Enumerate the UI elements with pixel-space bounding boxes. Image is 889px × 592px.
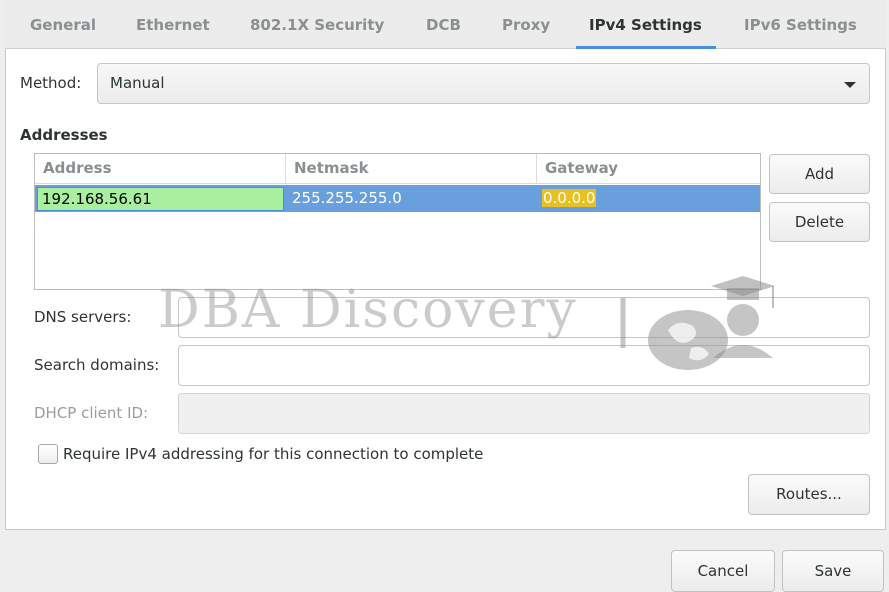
table-header: Address Netmask Gateway (35, 154, 760, 184)
tab-bar: General Ethernet 802.1X Security DCB Pro… (5, 0, 886, 49)
tab-ipv6-settings[interactable]: IPv6 Settings (744, 0, 857, 49)
dns-servers-label: DNS servers: (34, 308, 132, 326)
save-button[interactable]: Save (782, 550, 884, 592)
address-cell-editor[interactable]: 192.168.56.61 (37, 187, 284, 211)
column-header-gateway[interactable]: Gateway (537, 154, 760, 184)
method-label: Method: (20, 74, 82, 92)
require-ipv4-label[interactable]: Require IPv4 addressing for this connect… (63, 445, 483, 463)
table-row[interactable]: 192.168.56.61 255.255.255.0 0.0.0.0 (35, 185, 760, 212)
method-dropdown[interactable]: Manual (97, 63, 870, 104)
column-header-netmask[interactable]: Netmask (286, 154, 537, 184)
add-button[interactable]: Add (769, 154, 870, 194)
column-header-address[interactable]: Address (35, 154, 286, 184)
tab-8021x-security[interactable]: 802.1X Security (250, 0, 384, 49)
addresses-table[interactable]: Address Netmask Gateway 192.168.56.61 25… (34, 153, 761, 290)
dns-servers-input[interactable] (178, 297, 870, 338)
routes-button[interactable]: Routes... (748, 474, 870, 515)
tab-proxy[interactable]: Proxy (502, 0, 550, 49)
delete-button[interactable]: Delete (769, 202, 870, 242)
dhcp-client-id-label: DHCP client ID: (34, 404, 149, 422)
addresses-heading: Addresses (20, 126, 108, 144)
gateway-value: 0.0.0.0 (542, 189, 597, 207)
netmask-cell[interactable]: 255.255.255.0 (285, 185, 402, 212)
search-domains-label: Search domains: (34, 356, 160, 374)
cancel-button[interactable]: Cancel (671, 550, 775, 592)
tab-dcb[interactable]: DCB (426, 0, 461, 49)
search-domains-input[interactable] (178, 345, 870, 386)
tab-ipv4-settings[interactable]: IPv4 Settings (576, 0, 716, 49)
tab-ethernet[interactable]: Ethernet (136, 0, 210, 49)
dhcp-client-id-input (178, 393, 870, 434)
require-ipv4-checkbox[interactable] (38, 444, 58, 464)
method-value: Manual (110, 74, 165, 92)
gateway-cell[interactable]: 0.0.0.0 (535, 185, 597, 212)
dropdown-arrow-icon (844, 82, 856, 88)
tab-general[interactable]: General (30, 0, 96, 49)
